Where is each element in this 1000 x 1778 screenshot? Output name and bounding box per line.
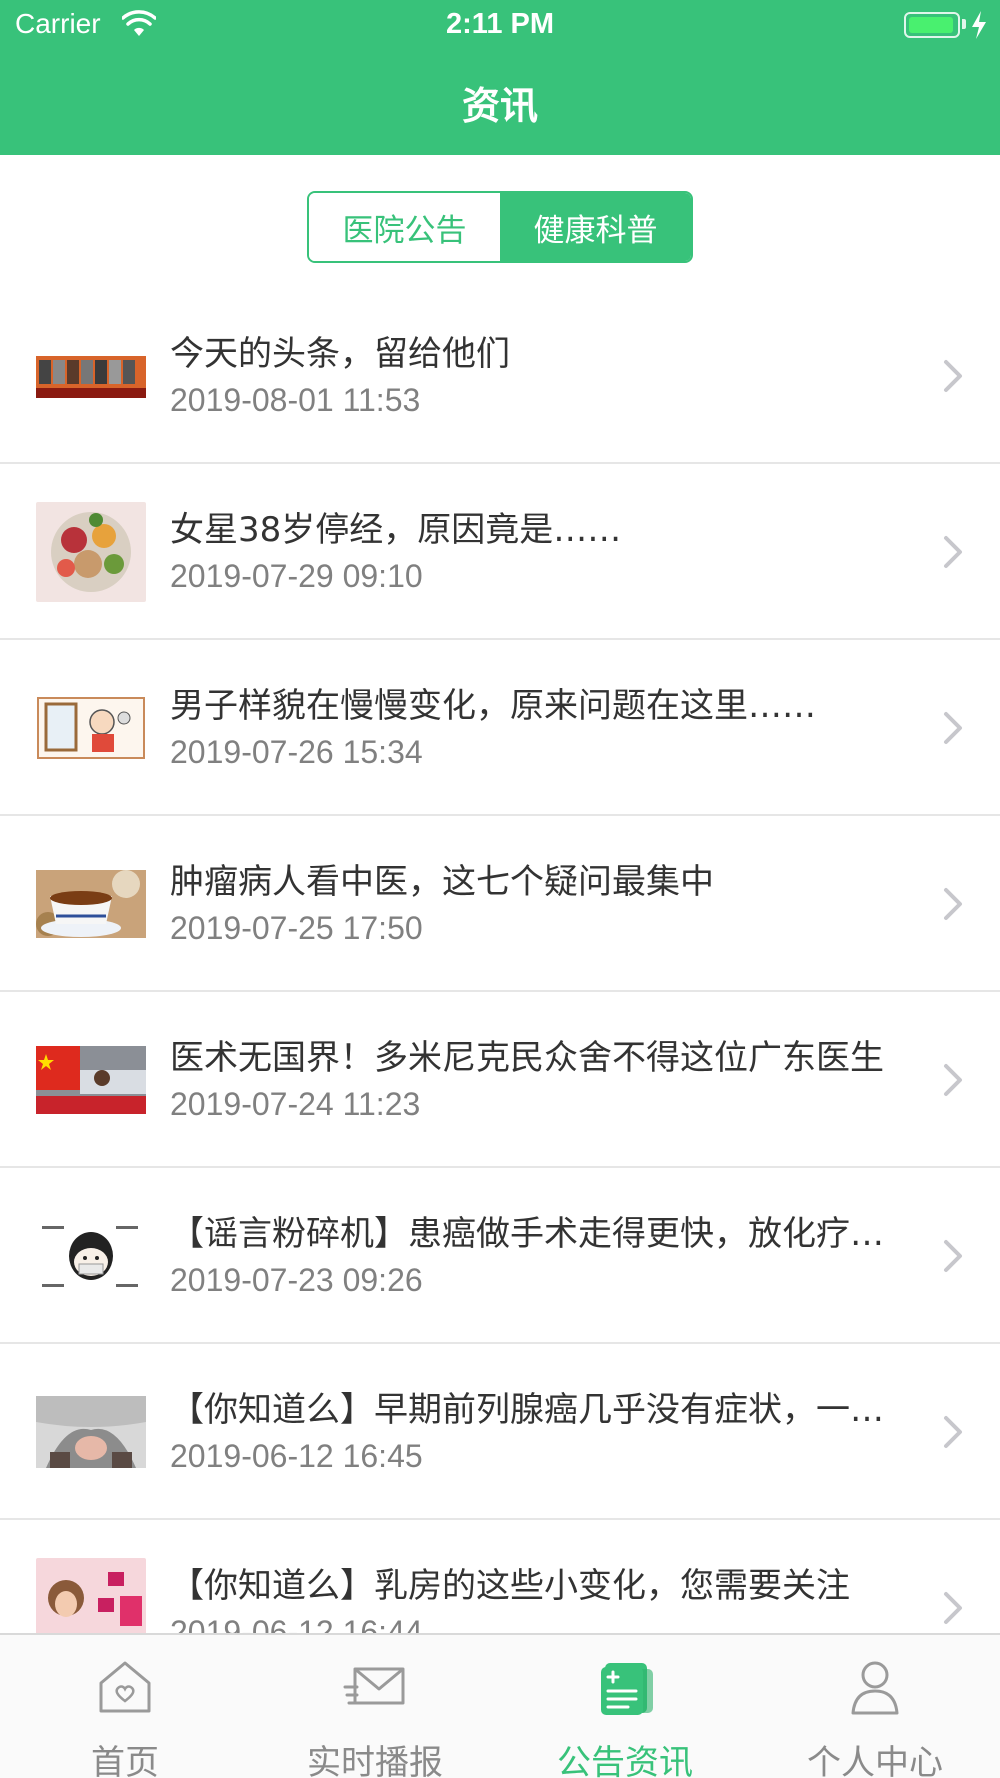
article-date: 2019-07-26 15:34 bbox=[170, 734, 423, 770]
segment-health-science[interactable]: 健康科普 bbox=[500, 193, 691, 261]
article-date: 2019-08-01 11:53 bbox=[170, 382, 421, 418]
page-title: 资讯 bbox=[461, 84, 538, 128]
article-title: 【你知道么】乳房的这些小变化，您需要关注 bbox=[170, 1566, 850, 1606]
chevron-right-icon bbox=[944, 360, 962, 392]
chevron-right-icon bbox=[944, 1064, 962, 1096]
tab-bar: 首页 实时播报 公告资讯 个人中心 bbox=[0, 1633, 1000, 1778]
news-icon bbox=[601, 1663, 653, 1715]
tab-label: 实时播报 bbox=[307, 1743, 443, 1778]
tab-home[interactable]: 首页 bbox=[0, 1635, 250, 1778]
status-bar: Carrier 2:11 PM bbox=[0, 0, 1000, 50]
article-date: 2019-06-12 16:45 bbox=[170, 1438, 423, 1474]
nav-header: Carrier 2:11 PM 资讯 bbox=[0, 0, 1000, 155]
cartoon-mirror-thumbnail bbox=[36, 678, 146, 778]
segment-hospital-notice[interactable]: 医院公告 bbox=[309, 193, 500, 261]
home-icon bbox=[99, 1661, 151, 1713]
article-date: 2019-07-23 09:26 bbox=[170, 1262, 423, 1298]
list-item[interactable]: 女星38岁停经，原因竟是…… 2019-07-29 09:10 bbox=[0, 464, 1000, 640]
article-title: 【谣言粉碎机】患癌做手术走得更快，放化疗死得更快？ bbox=[170, 1214, 910, 1254]
list-item[interactable]: 男子样貌在慢慢变化，原来问题在这里…… 2019-07-26 15:34 bbox=[0, 640, 1000, 816]
status-time: 2:11 PM bbox=[446, 8, 554, 40]
chevron-right-icon bbox=[944, 888, 962, 920]
article-title: 【你知道么】早期前列腺癌几乎没有症状，一定要注意 bbox=[170, 1390, 910, 1430]
herbal-tea-thumbnail bbox=[36, 854, 146, 954]
article-date: 2019-07-24 11:23 bbox=[170, 1086, 421, 1122]
battery-icon bbox=[904, 12, 960, 38]
article-title: 今天的头条，留给他们 bbox=[170, 334, 510, 374]
list-item[interactable]: 【谣言粉碎机】患癌做手术走得更快，放化疗死得更快？ 2019-07-23 09:… bbox=[0, 1168, 1000, 1344]
flag-clinic-thumbnail bbox=[36, 1030, 146, 1130]
tab-live-report[interactable]: 实时播报 bbox=[250, 1635, 500, 1778]
chevron-right-icon bbox=[944, 712, 962, 744]
list-item[interactable]: 今天的头条，留给他们 2019-08-01 11:53 bbox=[0, 288, 1000, 464]
abdomen-pain-thumbnail bbox=[36, 1382, 146, 1482]
tab-profile[interactable]: 个人中心 bbox=[750, 1635, 1000, 1778]
battery-level bbox=[909, 17, 953, 33]
category-segmented-control: 医院公告 健康科普 bbox=[307, 191, 693, 263]
charging-bolt-icon bbox=[972, 11, 986, 39]
article-title: 医术无国界！多米尼克民众舍不得这位广东医生 bbox=[170, 1038, 884, 1078]
article-title: 肿瘤病人看中医，这七个疑问最集中 bbox=[170, 862, 714, 902]
chevron-right-icon bbox=[944, 1416, 962, 1448]
portrait-strip-thumbnail bbox=[36, 326, 146, 426]
list-item[interactable]: 肿瘤病人看中医，这七个疑问最集中 2019-07-25 17:50 bbox=[0, 816, 1000, 992]
list-item[interactable]: 医术无国界！多米尼克民众舍不得这位广东医生 2019-07-24 11:23 bbox=[0, 992, 1000, 1168]
envelope-icon bbox=[343, 1667, 405, 1705]
list-item[interactable]: 【你知道么】早期前列腺癌几乎没有症状，一定要注意 2019-06-12 16:4… bbox=[0, 1344, 1000, 1520]
article-title: 女星38岁停经，原因竟是…… bbox=[170, 510, 622, 550]
cartoon-mask-thumbnail bbox=[36, 1206, 146, 1306]
article-date: 2019-06-12 16:44 bbox=[170, 1614, 423, 1633]
article-list: 今天的头条，留给他们 2019-08-01 11:53 女星38岁停经，原因竟是… bbox=[0, 288, 1000, 1633]
chevron-right-icon bbox=[944, 1240, 962, 1272]
article-date: 2019-07-29 09:10 bbox=[170, 558, 423, 594]
article-date: 2019-07-25 17:50 bbox=[170, 910, 423, 946]
tab-announcements[interactable]: 公告资讯 bbox=[500, 1635, 750, 1778]
person-icon bbox=[851, 1661, 899, 1715]
chevron-right-icon bbox=[944, 536, 962, 568]
tab-label: 个人中心 bbox=[807, 1743, 943, 1778]
food-platter-thumbnail bbox=[36, 502, 146, 602]
tab-label: 公告资讯 bbox=[557, 1743, 693, 1778]
article-title: 男子样貌在慢慢变化，原来问题在这里…… bbox=[170, 686, 816, 726]
tab-label: 首页 bbox=[91, 1743, 159, 1778]
pink-poster-thumbnail bbox=[36, 1558, 146, 1633]
list-item[interactable]: 【你知道么】乳房的这些小变化，您需要关注 2019-06-12 16:44 bbox=[0, 1520, 1000, 1633]
chevron-right-icon bbox=[944, 1592, 962, 1624]
battery-cap bbox=[962, 19, 966, 29]
